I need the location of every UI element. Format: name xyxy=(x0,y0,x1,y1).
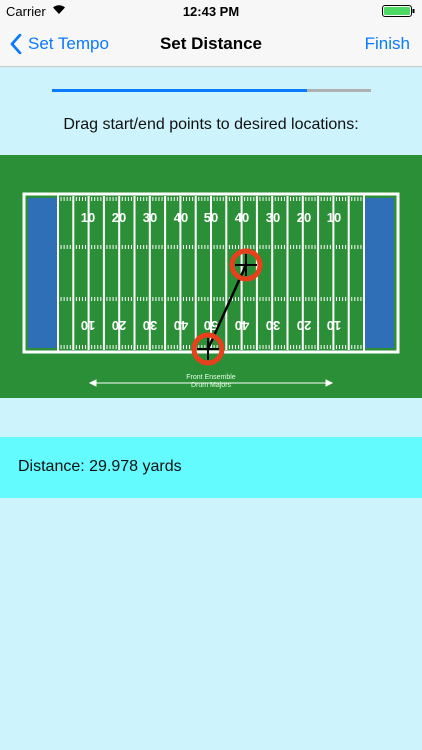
status-time: 12:43 PM xyxy=(182,4,240,19)
navigation-bar: Set Tempo Set Distance Finish xyxy=(0,22,422,67)
status-bar: Carrier 12:43 PM xyxy=(0,0,422,22)
yard-number-bottom: 40 xyxy=(174,318,188,333)
yard-number-bottom: 20 xyxy=(112,318,126,333)
distance-panel: Distance: 29.978 yards xyxy=(0,437,422,498)
football-field[interactable]: 10 20 30 40 50 40 30 20 10 10 20 30 40 5… xyxy=(0,155,422,398)
yard-number-top: 20 xyxy=(297,210,311,225)
yard-number-top: 10 xyxy=(327,210,341,225)
yard-number-top: 40 xyxy=(174,210,188,225)
end-point-marker[interactable] xyxy=(229,248,263,282)
back-button[interactable]: Set Tempo xyxy=(10,22,109,66)
instructions-label: Drag start/end points to desired locatio… xyxy=(63,116,359,133)
drum-majors-label: Drum Majors xyxy=(191,382,232,389)
distance-label: Distance: 29.978 yards xyxy=(18,458,182,475)
yard-number-top: 30 xyxy=(143,210,157,225)
yard-number-bottom: 20 xyxy=(297,318,311,333)
front-ensemble-label: Front Ensemble xyxy=(186,374,236,381)
yard-number-bottom: 10 xyxy=(327,318,341,333)
field-panel: 10 20 30 40 50 40 30 20 10 10 20 30 40 5… xyxy=(0,155,422,398)
yard-number-top: 30 xyxy=(266,210,280,225)
endzone-left xyxy=(28,198,58,348)
yard-number-bottom: 30 xyxy=(266,318,280,333)
yard-number-bottom: 10 xyxy=(81,318,95,333)
yard-number-top: 40 xyxy=(235,210,249,225)
chevron-left-icon xyxy=(10,34,22,54)
yard-number-bottom: 30 xyxy=(143,318,157,333)
back-button-label: Set Tempo xyxy=(28,34,109,53)
yard-number-top: 10 xyxy=(81,210,95,225)
progress-fill xyxy=(52,89,308,92)
battery-icon xyxy=(382,5,415,17)
yard-number-bottom: 40 xyxy=(235,318,249,333)
endzone-right xyxy=(364,198,394,348)
start-point-marker[interactable] xyxy=(191,332,225,366)
progress-bar xyxy=(52,89,371,92)
finish-button[interactable]: Finish xyxy=(365,22,410,66)
yard-number-top: 20 xyxy=(112,210,126,225)
yard-number-top: 50 xyxy=(204,210,218,225)
